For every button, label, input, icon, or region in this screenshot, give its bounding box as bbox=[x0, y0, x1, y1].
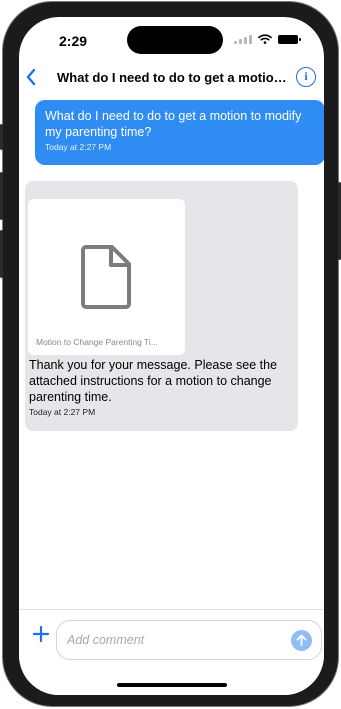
battery-icon bbox=[278, 34, 301, 44]
chevron-left-icon bbox=[26, 68, 36, 86]
wifi-icon bbox=[258, 34, 272, 44]
mute-switch bbox=[0, 124, 3, 150]
attachment-card[interactable]: Motion to Change Parenting Ti... bbox=[28, 199, 185, 355]
incoming-message-bubble: Motion to Change Parenting Ti... Thank y… bbox=[25, 181, 298, 431]
dynamic-island bbox=[127, 26, 223, 54]
document-icon bbox=[81, 245, 131, 309]
comment-input[interactable] bbox=[67, 629, 277, 651]
arrow-up-icon bbox=[296, 634, 307, 646]
navigation-bar: What do I need to do to get a motion to … bbox=[19, 65, 324, 95]
send-button[interactable] bbox=[291, 630, 312, 651]
status-time: 2:29 bbox=[59, 33, 88, 49]
info-button[interactable]: i bbox=[296, 67, 316, 87]
outgoing-message-bubble: What do I need to do to get a motion to … bbox=[35, 100, 324, 165]
plus-icon bbox=[32, 625, 50, 643]
attachment-filename: Motion to Change Parenting Ti... bbox=[36, 337, 158, 347]
status-icons bbox=[234, 34, 301, 44]
screen: 2:29 What do I need to do to get a motio… bbox=[19, 17, 324, 695]
info-circle-icon: i bbox=[304, 69, 308, 83]
add-attachment-button[interactable] bbox=[32, 624, 50, 646]
message-text: What do I need to do to get a motion to … bbox=[45, 109, 302, 139]
home-indicator[interactable] bbox=[117, 683, 227, 687]
cellular-signal-icon bbox=[234, 34, 252, 44]
composer-bar bbox=[19, 609, 324, 695]
message-timestamp: Today at 2:27 PM bbox=[29, 407, 96, 417]
comment-field bbox=[56, 620, 322, 660]
message-text: Thank you for your message. Please see t… bbox=[29, 358, 278, 404]
volume-up-button bbox=[0, 172, 3, 220]
volume-down-button bbox=[0, 230, 3, 278]
conversation-title: What do I need to do to get a motion to … bbox=[57, 70, 289, 85]
message-timestamp: Today at 2:27 PM bbox=[45, 142, 112, 152]
phone-frame: 2:29 What do I need to do to get a motio… bbox=[0, 1, 341, 707]
back-button[interactable] bbox=[25, 68, 37, 91]
